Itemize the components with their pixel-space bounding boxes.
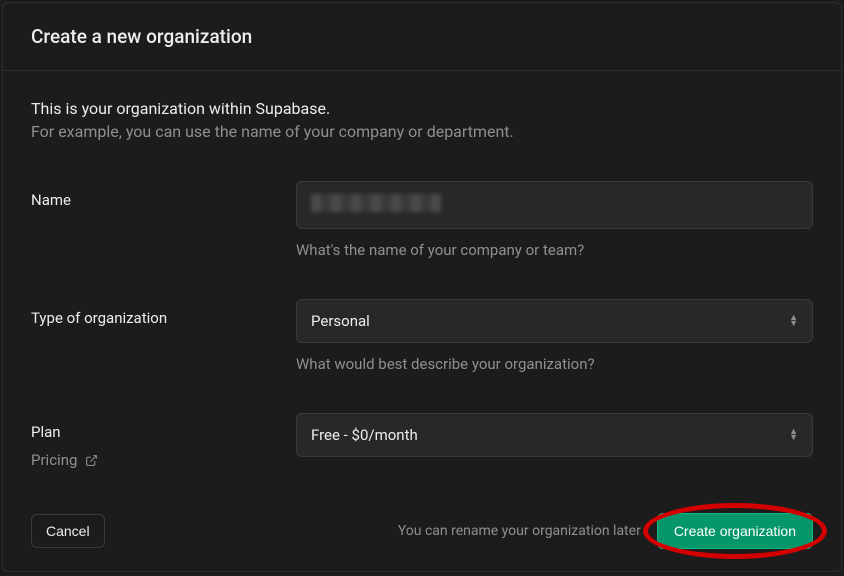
chevron-up-down-icon: ▲▼ <box>789 429 798 441</box>
field-row-type: Type of organization Personal ▲▼ What wo… <box>31 299 813 373</box>
name-input[interactable] <box>296 181 813 229</box>
name-helper: What's the name of your company or team? <box>296 241 813 259</box>
intro-subtitle: For example, you can use the name of you… <box>31 122 813 141</box>
type-helper: What would best describe your organizati… <box>296 355 813 373</box>
cancel-button[interactable]: Cancel <box>31 514 105 548</box>
field-row-name: Name What's the name of your company or … <box>31 181 813 259</box>
intro-title: This is your organization within Supabas… <box>31 99 813 118</box>
plan-label: Plan <box>31 423 296 441</box>
name-input-obscured-value <box>311 194 441 212</box>
external-link-icon <box>85 454 98 467</box>
pricing-link[interactable]: Pricing <box>31 451 296 469</box>
create-organization-card: Create a new organization This is your o… <box>2 2 842 572</box>
plan-select[interactable]: Free - $0/month ▲▼ <box>296 413 813 457</box>
field-row-plan: Plan Pricing Free - $0/month ▲▼ <box>31 413 813 469</box>
name-label: Name <box>31 191 296 209</box>
plan-select-value: Free - $0/month <box>311 426 418 444</box>
modal-header: Create a new organization <box>3 3 841 71</box>
type-label: Type of organization <box>31 309 296 327</box>
create-organization-button[interactable]: Create organization <box>657 513 813 549</box>
type-select-value: Personal <box>311 312 370 330</box>
pricing-link-text: Pricing <box>31 451 77 469</box>
chevron-up-down-icon: ▲▼ <box>789 315 798 327</box>
modal-title: Create a new organization <box>31 25 813 48</box>
footer-hint: You can rename your organization later <box>398 523 641 539</box>
modal-body: This is your organization within Supabas… <box>3 71 841 497</box>
type-select[interactable]: Personal ▲▼ <box>296 299 813 343</box>
modal-footer: Cancel You can rename your organization … <box>3 497 841 571</box>
